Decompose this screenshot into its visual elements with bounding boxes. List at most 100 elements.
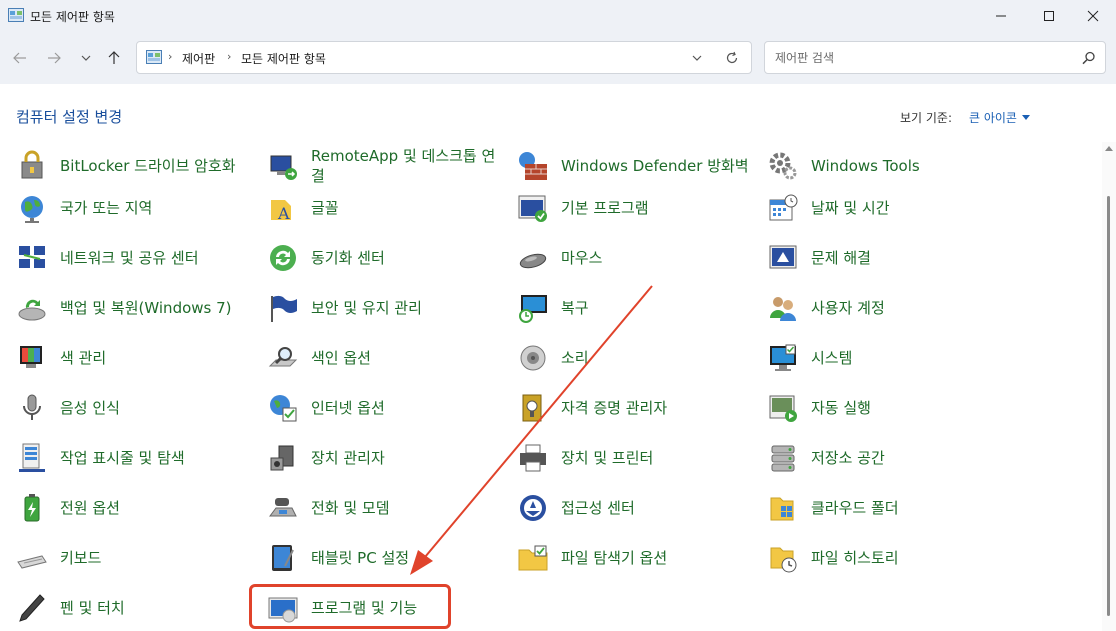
item-label[interactable]: 날짜 및 시간 xyxy=(811,198,890,218)
minimize-button[interactable] xyxy=(978,0,1024,32)
item-device-manager[interactable]: 장치 관리자 xyxy=(267,438,385,478)
search-box[interactable] xyxy=(764,41,1106,74)
item-label[interactable]: 색인 옵션 xyxy=(311,348,371,368)
item-label[interactable]: 키보드 xyxy=(60,548,101,568)
item-region[interactable]: 국가 또는 지역 xyxy=(16,188,152,228)
item-label[interactable]: 복구 xyxy=(561,298,589,318)
address-dropdown-button[interactable] xyxy=(689,50,705,66)
item-internet-options[interactable]: 인터넷 옵션 xyxy=(267,388,385,428)
item-label[interactable]: 사용자 계정 xyxy=(811,298,885,318)
address-bar[interactable]: › 제어판 › 모든 제어판 항목 xyxy=(136,41,752,74)
item-label[interactable]: 인터넷 옵션 xyxy=(311,398,385,418)
item-file-explorer-options[interactable]: 파일 탐색기 옵션 xyxy=(517,538,667,578)
maximize-button[interactable] xyxy=(1026,0,1072,32)
vertical-scrollbar[interactable] xyxy=(1102,142,1116,631)
item-color-management[interactable]: 색 관리 xyxy=(16,338,106,378)
item-file-history[interactable]: 파일 히스토리 xyxy=(767,538,899,578)
item-bitlocker[interactable]: BitLocker 드라이브 암호화 xyxy=(16,146,250,186)
breadcrumb-separator[interactable]: › xyxy=(168,50,172,63)
item-label[interactable]: BitLocker 드라이브 암호화 xyxy=(60,156,250,176)
item-label[interactable]: 저장소 공간 xyxy=(811,448,885,468)
item-security-maintenance[interactable]: 보안 및 유지 관리 xyxy=(267,288,422,328)
item-label[interactable]: 시스템 xyxy=(811,348,852,368)
item-recovery[interactable]: 복구 xyxy=(517,288,589,328)
item-default-programs[interactable]: 기본 프로그램 xyxy=(517,188,649,228)
item-accessibility[interactable]: 접근성 센터 xyxy=(517,488,635,528)
view-by-dropdown[interactable]: 큰 아이콘 xyxy=(969,109,1030,126)
item-storage-spaces[interactable]: 저장소 공간 xyxy=(767,438,885,478)
indexing-icon xyxy=(268,347,298,367)
item-label[interactable]: 네트워크 및 공유 센터 xyxy=(60,248,199,268)
item-system[interactable]: 시스템 xyxy=(767,338,852,378)
item-autoplay[interactable]: 자동 실행 xyxy=(767,388,871,428)
item-credential-manager[interactable]: 자격 증명 관리자 xyxy=(517,388,667,428)
item-label[interactable]: 접근성 센터 xyxy=(561,498,635,518)
refresh-button[interactable] xyxy=(724,50,740,66)
item-label[interactable]: 장치 관리자 xyxy=(311,448,385,468)
item-user-accounts[interactable]: 사용자 계정 xyxy=(767,288,885,328)
close-button[interactable] xyxy=(1070,0,1116,32)
forward-button[interactable] xyxy=(44,48,64,68)
item-indexing[interactable]: 색인 옵션 xyxy=(267,338,371,378)
item-label[interactable]: 음성 인식 xyxy=(60,398,120,418)
item-label[interactable]: 작업 표시줄 및 탐색 xyxy=(60,448,185,468)
item-label[interactable]: Windows Defender 방화벽 xyxy=(561,156,751,176)
item-power[interactable]: 전원 옵션 xyxy=(16,488,120,528)
item-label[interactable]: 기본 프로그램 xyxy=(561,198,649,218)
scroll-up-arrow-icon[interactable] xyxy=(1105,146,1113,151)
item-label[interactable]: 파일 탐색기 옵션 xyxy=(561,548,667,568)
up-button[interactable] xyxy=(104,48,124,68)
item-label[interactable]: 소리 xyxy=(561,348,589,368)
search-icon[interactable] xyxy=(1081,50,1097,66)
item-label[interactable]: 마우스 xyxy=(561,248,602,268)
item-label[interactable]: 백업 및 복원(Windows 7) xyxy=(60,298,232,318)
item-label[interactable]: RemoteApp 및 데스크톱 연결 xyxy=(311,146,501,186)
item-label[interactable]: 색 관리 xyxy=(60,348,106,368)
item-cloud-folders[interactable]: 클라우드 폴더 xyxy=(767,488,899,528)
recent-locations-button[interactable] xyxy=(76,48,96,68)
item-tablet-pc[interactable]: 태블릿 PC 설정 xyxy=(267,538,409,578)
item-label[interactable]: 전원 옵션 xyxy=(60,498,120,518)
item-label[interactable]: 자동 실행 xyxy=(811,398,871,418)
item-network[interactable]: 네트워크 및 공유 센터 xyxy=(16,238,199,278)
search-input[interactable] xyxy=(775,48,1065,68)
scrollbar-thumb[interactable] xyxy=(1107,196,1110,616)
item-keyboard[interactable]: 키보드 xyxy=(16,538,101,578)
arrow-left-icon xyxy=(13,52,26,64)
item-label[interactable]: 자격 증명 관리자 xyxy=(561,398,667,418)
item-phone-modem[interactable]: 전화 및 모뎀 xyxy=(267,488,390,528)
item-label[interactable]: 글꼴 xyxy=(311,198,339,218)
back-button[interactable] xyxy=(10,48,30,68)
item-remoteapp[interactable]: RemoteApp 및 데스크톱 연결 xyxy=(267,146,501,186)
item-windows-tools[interactable]: Windows Tools xyxy=(767,146,920,186)
item-label[interactable]: 장치 및 프린터 xyxy=(561,448,653,468)
breadcrumb-separator[interactable]: › xyxy=(227,50,231,63)
item-label[interactable]: Windows Tools xyxy=(811,156,920,176)
caret-down-icon[interactable] xyxy=(1021,115,1030,120)
item-label[interactable]: 펜 및 터치 xyxy=(60,598,125,618)
item-mouse[interactable]: 마우스 xyxy=(517,238,602,278)
device-manager-icon xyxy=(270,445,294,471)
item-speech[interactable]: 음성 인식 xyxy=(16,388,120,428)
item-date-time[interactable]: 날짜 및 시간 xyxy=(767,188,890,228)
item-pen-touch[interactable]: 펜 및 터치 xyxy=(16,588,125,628)
item-taskbar[interactable]: 작업 표시줄 및 탐색 xyxy=(16,438,185,478)
item-label[interactable]: 보안 및 유지 관리 xyxy=(311,298,422,318)
item-firewall[interactable]: Windows Defender 방화벽 xyxy=(517,146,751,186)
item-label[interactable]: 동기화 센터 xyxy=(311,248,385,268)
item-sync-center[interactable]: 동기화 센터 xyxy=(267,238,385,278)
item-label[interactable]: 파일 히스토리 xyxy=(811,548,899,568)
item-backup[interactable]: 백업 및 복원(Windows 7) xyxy=(16,288,232,328)
item-fonts[interactable]: A 글꼴 xyxy=(267,188,339,228)
item-label[interactable]: 클라우드 폴더 xyxy=(811,498,899,518)
item-label[interactable]: 문제 해결 xyxy=(811,248,871,268)
breadcrumb-all-items[interactable]: 모든 제어판 항목 xyxy=(241,50,326,67)
breadcrumb-control-panel[interactable]: 제어판 xyxy=(182,50,215,67)
item-label[interactable]: 태블릿 PC 설정 xyxy=(311,548,409,568)
item-label[interactable]: 전화 및 모뎀 xyxy=(311,498,390,518)
item-devices-printers[interactable]: 장치 및 프린터 xyxy=(517,438,653,478)
view-by-value[interactable]: 큰 아이콘 xyxy=(969,109,1017,126)
item-sound[interactable]: 소리 xyxy=(517,338,589,378)
item-label[interactable]: 국가 또는 지역 xyxy=(60,198,152,218)
item-troubleshooting[interactable]: 문제 해결 xyxy=(767,238,871,278)
